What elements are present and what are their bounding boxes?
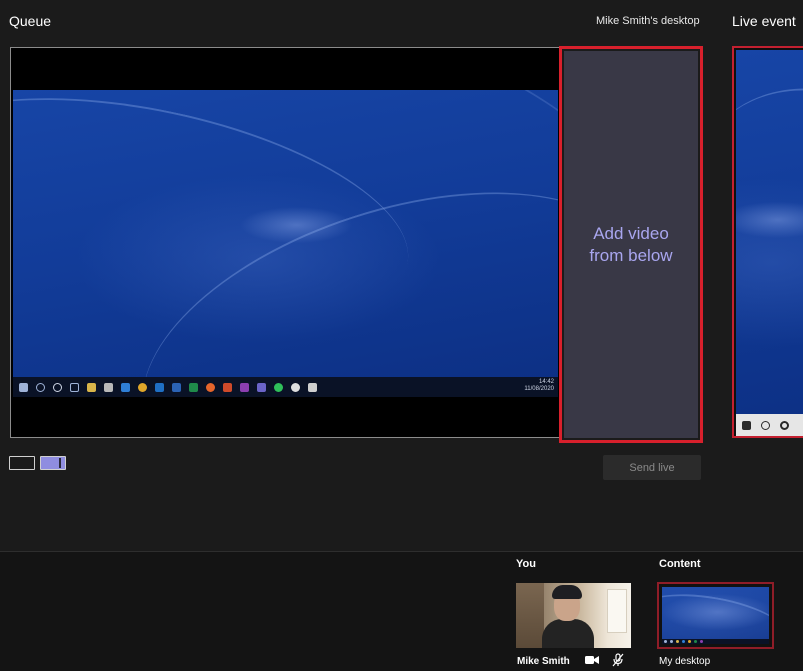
file-explorer-icon [87, 382, 96, 392]
windows-start-icon [19, 382, 28, 392]
paint-icon [308, 382, 317, 392]
taskbar-app-icon [676, 640, 679, 643]
live-taskbar [736, 414, 803, 436]
add-video-placeholder: Add video from below [564, 51, 698, 438]
content-taskbar [662, 639, 769, 644]
windows-start-icon [664, 640, 667, 643]
search-icon [670, 640, 673, 643]
content-label: Content [659, 558, 701, 570]
cortana-icon [780, 420, 789, 430]
taskbar-app-icon [700, 640, 703, 643]
chrome-icon [138, 382, 147, 392]
you-label: You [516, 558, 536, 570]
word-icon [172, 382, 181, 392]
add-video-text: Add video from below [589, 223, 673, 265]
search-icon [761, 420, 770, 430]
clock-time: 14:42 [538, 379, 554, 385]
mic-off-icon[interactable] [611, 653, 625, 667]
source-label: Mike Smith's desktop [596, 15, 700, 27]
content-desktop-screenshot [662, 587, 769, 644]
clock-app-icon [291, 382, 300, 392]
content-thumbnail[interactable] [657, 582, 774, 649]
firefox-icon [206, 382, 215, 392]
background-door [516, 583, 544, 648]
powerpoint-icon [223, 382, 232, 392]
presenter-video-thumbnail[interactable] [516, 583, 631, 648]
taskbar-app-icon [688, 640, 691, 643]
layout-single-button[interactable] [9, 456, 35, 470]
taskbar-app-icon [682, 640, 685, 643]
excel-icon [189, 382, 198, 392]
live-desktop-screenshot [736, 50, 803, 436]
taskbar: 14:42 11/08/2020 [13, 377, 558, 397]
store-icon [104, 382, 113, 392]
desktop-screenshot: 14:42 11/08/2020 [13, 90, 558, 397]
camera-icon[interactable] [585, 655, 599, 665]
teams-icon [257, 382, 266, 392]
send-live-button[interactable]: Send live [603, 455, 701, 480]
live-event-title: Live event [732, 13, 796, 29]
person-body [542, 619, 594, 648]
person-cap [552, 585, 582, 599]
content-name: My desktop [659, 656, 711, 667]
presenter-name: Mike Smith [517, 656, 570, 667]
taskbar-clock: 14:42 11/08/2020 [524, 379, 554, 393]
background-window [607, 589, 627, 633]
layout-split-button[interactable] [40, 456, 66, 470]
onenote-icon [240, 382, 249, 392]
queue-title: Queue [9, 13, 52, 29]
edge-icon [121, 382, 130, 392]
spotify-icon [274, 382, 283, 392]
cortana-icon [53, 382, 62, 392]
search-icon [36, 382, 45, 392]
clock-date: 11/08/2020 [524, 386, 554, 392]
live-event-preview[interactable] [732, 46, 803, 438]
add-video-slot[interactable]: Add video from below [559, 46, 703, 443]
windows-start-icon [742, 420, 751, 430]
queue-preview[interactable]: 14:42 11/08/2020 [10, 47, 560, 438]
task-view-icon [70, 382, 79, 392]
taskbar-app-icon [694, 640, 697, 643]
outlook-icon [155, 382, 164, 392]
